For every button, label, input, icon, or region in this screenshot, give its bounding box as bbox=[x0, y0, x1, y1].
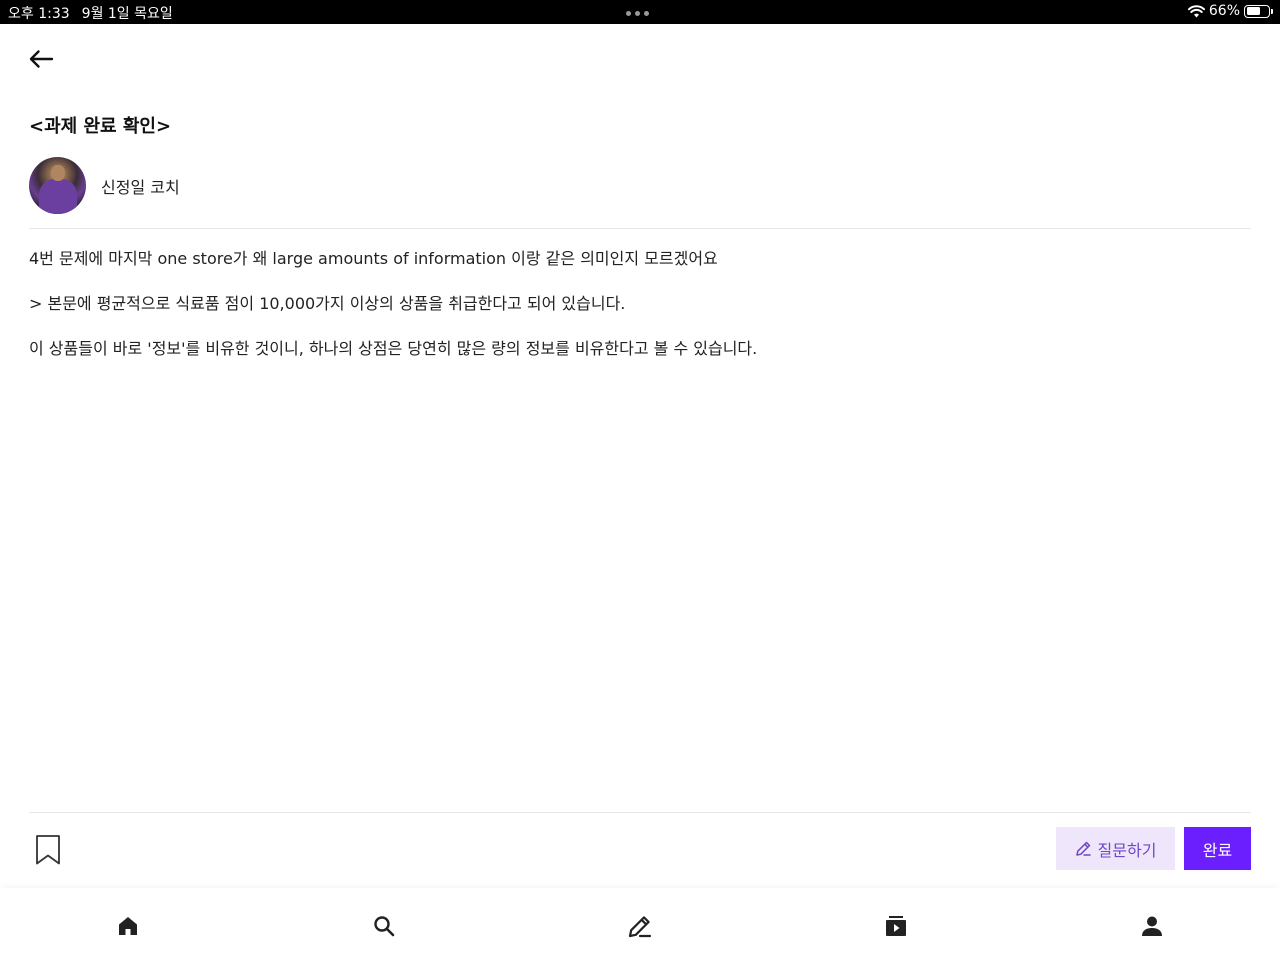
pencil-icon bbox=[628, 916, 652, 938]
tab-search[interactable] bbox=[370, 912, 398, 940]
tab-write[interactable] bbox=[626, 912, 654, 940]
person-icon bbox=[1142, 916, 1162, 936]
back-button[interactable] bbox=[26, 46, 56, 72]
battery-icon bbox=[1244, 4, 1273, 18]
play-list-icon bbox=[886, 916, 906, 936]
tab-home[interactable] bbox=[114, 912, 142, 940]
divider-bottom bbox=[29, 812, 1251, 813]
pencil-icon bbox=[1075, 841, 1091, 856]
ask-question-label: 질문하기 bbox=[1097, 840, 1157, 860]
content-line: 4번 문제에 마지막 one store가 왜 large amounts of… bbox=[29, 249, 718, 268]
bookmark-icon bbox=[36, 835, 60, 865]
content-line: > 본문에 평균적으로 식료품 점이 10,000가지 이상의 상품을 취급한다… bbox=[29, 294, 626, 313]
tab-videos[interactable] bbox=[882, 912, 910, 940]
content-line: 이 상품들이 바로 '정보'를 비유한 것이니, 하나의 상점은 당연히 많은 … bbox=[29, 339, 758, 358]
status-right: 66% bbox=[1187, 3, 1273, 19]
status-date: 9월 1일 목요일 bbox=[81, 6, 173, 22]
avatar bbox=[29, 157, 86, 214]
post-content: 4번 문제에 마지막 one store가 왜 large amounts of… bbox=[29, 248, 1251, 383]
status-left: 오후 1:33 9월 1일 목요일 bbox=[8, 3, 173, 23]
author-info: 신정일 코치 bbox=[29, 157, 180, 214]
divider-top bbox=[29, 228, 1251, 229]
author-name: 신정일 코치 bbox=[101, 177, 180, 197]
post-title: <과제 완료 확인> bbox=[29, 116, 172, 137]
status-bar: 오후 1:33 9월 1일 목요일 66% bbox=[0, 0, 1280, 24]
search-icon bbox=[374, 916, 395, 937]
battery-percent: 66% bbox=[1208, 3, 1240, 19]
tab-profile[interactable] bbox=[1138, 912, 1166, 940]
multitasking-dots[interactable] bbox=[626, 11, 649, 16]
status-time: 오후 1:33 bbox=[8, 6, 70, 22]
done-button[interactable]: 완료 bbox=[1184, 827, 1251, 870]
tab-bar bbox=[0, 888, 1280, 960]
ask-question-button[interactable]: 질문하기 bbox=[1056, 827, 1175, 870]
wifi-icon bbox=[1187, 4, 1205, 17]
bookmark-button[interactable] bbox=[34, 834, 62, 866]
home-icon bbox=[119, 917, 137, 935]
arrow-left-icon bbox=[29, 50, 54, 68]
